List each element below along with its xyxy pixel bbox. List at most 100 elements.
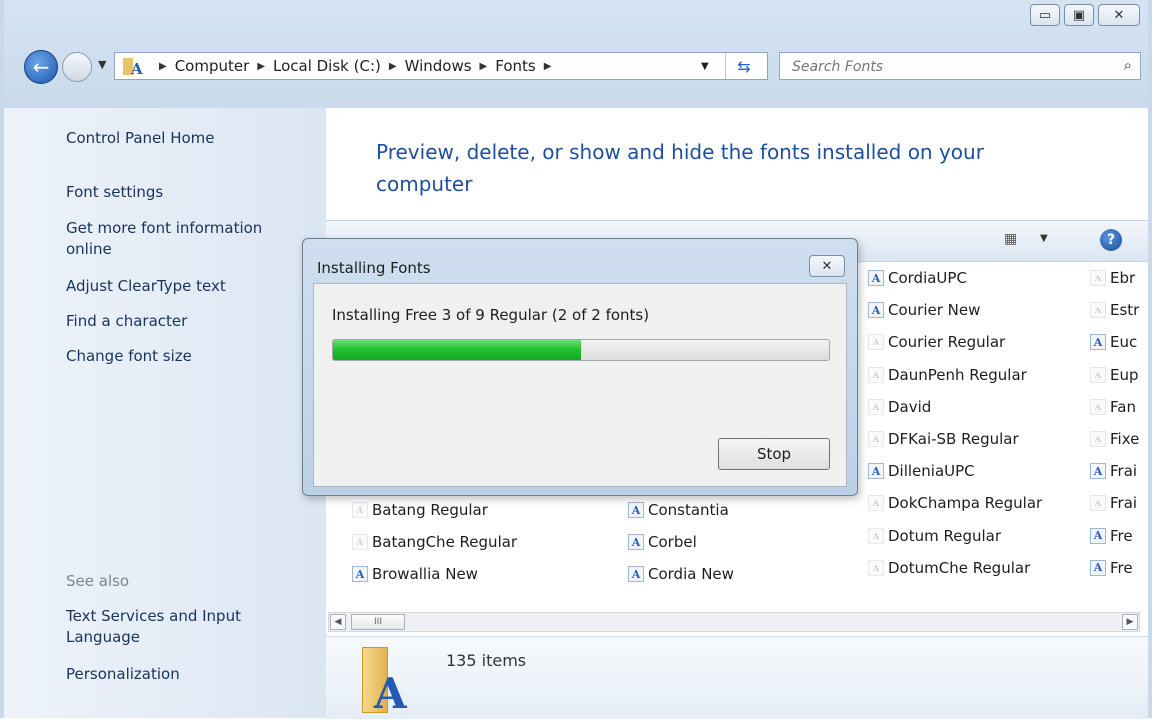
font-list-item[interactable]: A Eup xyxy=(1090,366,1139,384)
breadcrumb-local-disk[interactable]: Local Disk (C:) xyxy=(273,57,381,75)
font-icon: A xyxy=(628,534,644,551)
font-name-label: Browallia New xyxy=(372,565,478,584)
sidebar-link-find-character[interactable]: Find a character xyxy=(66,311,187,332)
dialog-title: Installing Fonts xyxy=(317,259,431,277)
stop-button[interactable]: Stop xyxy=(718,438,830,470)
font-name-label: David xyxy=(888,397,932,416)
font-name-label: Frai xyxy=(1110,494,1138,513)
history-dropdown-icon[interactable]: ▼ xyxy=(98,58,106,71)
font-faded-icon: A xyxy=(1090,302,1106,319)
search-box[interactable]: ⌕ xyxy=(779,52,1141,80)
font-name-label: Corbel xyxy=(648,533,697,552)
font-list-item[interactable]: A Frai xyxy=(1090,462,1137,480)
chevron-right-icon[interactable]: ▶ xyxy=(257,61,265,72)
horizontal-scrollbar[interactable]: ◀ III ▶ xyxy=(328,612,1140,632)
font-icon: A xyxy=(1090,527,1106,544)
maximize-button[interactable]: ▣ xyxy=(1064,4,1094,26)
font-icon: A xyxy=(868,463,884,480)
sidebar-link-personalization[interactable]: Personalization xyxy=(66,664,180,685)
font-list-item[interactable]: A Euc xyxy=(1090,333,1137,351)
dialog-close-button[interactable]: ✕ xyxy=(809,255,845,277)
chevron-right-icon[interactable]: ▶ xyxy=(159,61,167,72)
font-faded-icon: A xyxy=(868,431,884,447)
sidebar-link-control-panel-home[interactable]: Control Panel Home xyxy=(66,128,215,149)
font-list-item[interactable]: A Corbel xyxy=(628,533,697,551)
font-list-item[interactable]: A Cordia New xyxy=(628,565,734,583)
font-list-item[interactable]: A DotumChe Regular xyxy=(868,559,1030,577)
font-list-item[interactable]: A Constantia xyxy=(628,501,729,519)
font-icon: A xyxy=(628,502,644,518)
close-button[interactable]: ✕ xyxy=(1098,4,1140,26)
refresh-icon[interactable]: ⇆ xyxy=(725,53,762,79)
sidebar-link-text-services[interactable]: Text Services and Input Language xyxy=(66,606,286,648)
sidebar-link-cleartype[interactable]: Adjust ClearType text xyxy=(66,276,226,297)
font-faded-icon: A xyxy=(1090,495,1106,512)
font-list-item[interactable]: A CordiaUPC xyxy=(868,269,967,287)
font-faded-icon: A xyxy=(352,534,368,551)
chevron-right-icon[interactable]: ▶ xyxy=(544,61,552,72)
breadcrumb-computer[interactable]: Computer xyxy=(175,57,250,75)
breadcrumb-windows[interactable]: Windows xyxy=(405,57,472,75)
views-icon[interactable]: ▦ xyxy=(1004,231,1017,247)
font-list-item[interactable]: A Estr xyxy=(1090,301,1139,319)
font-list-item[interactable]: A Batang Regular xyxy=(352,501,488,519)
font-faded-icon: A xyxy=(868,398,884,415)
font-list-item[interactable]: A Frai xyxy=(1090,494,1137,512)
address-bar[interactable]: A ▶ Computer ▶ Local Disk (C:) ▶ Windows… xyxy=(114,52,768,80)
font-icon: A xyxy=(1090,559,1106,576)
sidebar-link-font-settings[interactable]: Font settings xyxy=(66,182,163,203)
font-list-item[interactable]: A Fan xyxy=(1090,398,1136,416)
font-faded-icon: A xyxy=(1090,366,1106,383)
back-button[interactable]: ← xyxy=(24,50,58,84)
help-icon[interactable]: ? xyxy=(1100,229,1122,251)
item-count: 135 items xyxy=(446,651,527,670)
font-faded-icon: A xyxy=(868,495,884,512)
scroll-left-icon[interactable]: ◀ xyxy=(330,614,346,630)
font-list-item[interactable]: A Fre xyxy=(1090,559,1133,577)
font-name-label: Euc xyxy=(1110,333,1138,352)
font-name-label: Constantia xyxy=(648,501,729,519)
search-input[interactable] xyxy=(790,57,1104,77)
font-name-label: DaunPenh Regular xyxy=(888,365,1027,384)
font-list-item[interactable]: A Fre xyxy=(1090,527,1133,545)
font-name-label: Courier New xyxy=(888,301,981,320)
chevron-right-icon[interactable]: ▶ xyxy=(480,61,488,72)
font-list-item[interactable]: A Ebr xyxy=(1090,269,1135,287)
font-icon: A xyxy=(1090,463,1106,480)
installing-fonts-dialog: Installing Fonts ✕ Installing Free 3 of … xyxy=(302,238,858,496)
font-name-label: Fre xyxy=(1110,558,1133,577)
sidebar-link-more-font-info[interactable]: Get more font information online xyxy=(66,218,296,260)
scroll-thumb[interactable]: III xyxy=(351,614,405,630)
font-list-item[interactable]: A Dotum Regular xyxy=(868,527,1001,545)
font-list-item[interactable]: A BatangChe Regular xyxy=(352,533,517,551)
font-name-label: CordiaUPC xyxy=(888,269,967,287)
font-list-item[interactable]: A DaunPenh Regular xyxy=(868,366,1027,384)
font-faded-icon: A xyxy=(868,366,884,383)
font-list-item[interactable]: A David xyxy=(868,398,931,416)
sidebar-link-change-font-size[interactable]: Change font size xyxy=(66,346,192,367)
font-icon: A xyxy=(1090,334,1106,351)
address-dropdown-icon[interactable]: ▼ xyxy=(701,61,709,72)
font-list-item[interactable]: A Courier New xyxy=(868,301,980,319)
font-list-item[interactable]: A Fixe xyxy=(1090,430,1139,448)
views-dropdown-icon[interactable]: ▼ xyxy=(1040,233,1048,244)
font-name-label: DFKai-SB Regular xyxy=(888,430,1019,448)
breadcrumb-fonts[interactable]: Fonts xyxy=(495,57,535,75)
forward-button[interactable] xyxy=(62,52,92,82)
font-faded-icon: A xyxy=(352,502,368,518)
install-status-text: Installing Free 3 of 9 Regular (2 of 2 f… xyxy=(332,306,650,324)
font-list-item[interactable]: A Courier Regular xyxy=(868,333,1005,351)
dialog-body: Installing Free 3 of 9 Regular (2 of 2 f… xyxy=(313,283,847,487)
font-list-item[interactable]: A DFKai-SB Regular xyxy=(868,430,1019,448)
font-list-item[interactable]: A DilleniaUPC xyxy=(868,462,975,480)
caption-buttons: ▭ ▣ ✕ xyxy=(1030,4,1140,26)
minimize-button[interactable]: ▭ xyxy=(1030,4,1060,26)
font-list-item[interactable]: A Browallia New xyxy=(352,565,478,583)
chevron-right-icon[interactable]: ▶ xyxy=(389,61,397,72)
search-icon[interactable]: ⌕ xyxy=(1124,56,1132,74)
scroll-right-icon[interactable]: ▶ xyxy=(1122,614,1138,630)
font-list-item[interactable]: A DokChampa Regular xyxy=(868,494,1042,512)
font-faded-icon: A xyxy=(1090,431,1106,447)
font-icon: A xyxy=(352,566,368,583)
fonts-folder-icon: A xyxy=(123,56,145,78)
